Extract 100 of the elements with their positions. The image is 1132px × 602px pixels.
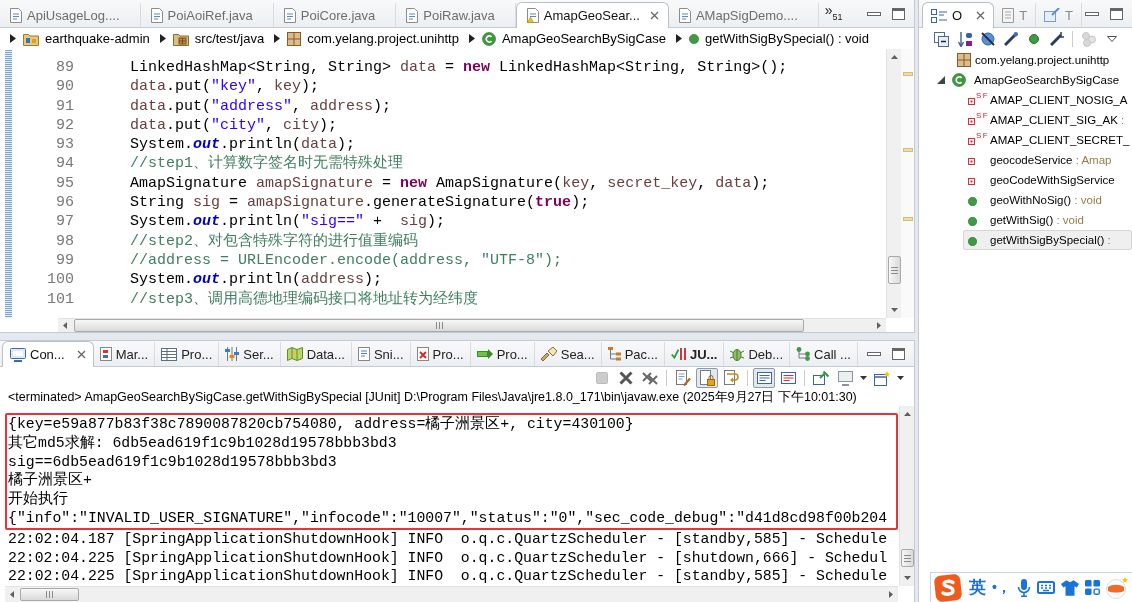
maximize-icon[interactable] [1110,7,1123,20]
shirt-icon[interactable] [1060,579,1079,596]
scroll-up-icon[interactable] [890,55,898,59]
tree-item[interactable]: com.yelang.project.unihttp [919,50,1132,70]
code-line: data.put("city", city); [130,115,338,136]
microphone-icon[interactable] [1016,578,1031,597]
view-tab[interactable]: Ser... [219,342,281,366]
code-line: //step3、调用高德地理编码接口将地址转为经纬度 [130,289,478,309]
scroll-down-icon[interactable] [890,308,898,312]
horizontal-scrollbar[interactable] [5,586,898,602]
caret-icon[interactable] [675,34,682,43]
dot-icon [1028,34,1039,44]
scroll-right-icon[interactable] [877,322,881,329]
tree-item[interactable]: geocodeService : Amap [963,150,1132,170]
table-icon [161,347,178,361]
package-folder-icon [172,31,189,46]
caret-icon[interactable] [159,34,166,43]
console-line: 橘子洲景区+ [7,471,93,490]
vertical-scrollbar[interactable] [886,49,901,318]
square-icon [968,158,975,165]
grid-icon[interactable] [1084,580,1100,595]
text-window-icon [780,372,796,384]
document-lock-icon [699,370,715,386]
editor-tab[interactable]: AMapSigDemo.... [668,3,819,27]
scroll-right-icon[interactable] [889,591,893,598]
annotation-marker[interactable] [902,148,913,152]
scroll-up-icon[interactable] [903,412,911,416]
tree-item[interactable]: getWithSig() : void [963,210,1132,230]
tree-item[interactable]: geoCodeWithSigService [963,170,1132,190]
editor-tab[interactable]: ApiUsageLog.... [0,3,141,27]
view-tab[interactable]: Con... [2,341,94,367]
maximize-icon[interactable] [892,7,905,20]
code-line: data.put("address", address); [130,96,392,116]
scrollbar-thumb[interactable] [887,256,901,284]
editor-tab[interactable]: AmapGeoSear... [515,2,669,28]
view-tab[interactable]: Data... [280,342,352,366]
minimize-icon[interactable] [867,351,881,356]
scrollbar-thumb[interactable] [900,549,914,567]
view-tab[interactable]: Sea... [534,342,602,366]
console-line: 22:02:04.225 [SpringApplicationShutdownHook] INFO o.q.c.QuartzScheduler - [standby,585] - Schedule [7,567,889,587]
scrollbar-thumb[interactable] [74,319,804,332]
view-tab[interactable]: Pro... [155,342,220,366]
line-number: 94 [55,154,74,174]
maximize-icon[interactable] [892,347,905,360]
show-on-stdout-button[interactable] [753,368,775,388]
console-line: sig==6db5ead619f1c9b1028d19578bbb3bd3 [7,452,338,471]
caret-icon[interactable] [10,34,16,43]
caret-icon[interactable] [274,34,281,43]
line-number: 95 [55,173,74,194]
close-icon[interactable] [649,11,659,20]
tree-item[interactable]: getWithSigBySpecial() : [963,230,1132,250]
annotation-marker[interactable] [902,72,913,76]
tree-toggle-icon[interactable] [937,76,945,84]
caret-icon[interactable] [468,34,475,43]
language-toggle[interactable]: 英 [969,576,986,599]
line-number: 89 [55,58,74,78]
view-tab[interactable]: Call ... [790,342,858,366]
minimize-icon[interactable] [1085,11,1099,16]
view-tab[interactable]: Pro... [410,342,471,366]
annotation-marker[interactable] [902,217,913,221]
input-method-logo-icon[interactable] [933,573,963,602]
check-mark-icon [670,348,686,360]
keyboard-icon[interactable] [1036,581,1055,594]
line-number: 93 [55,135,74,155]
line-number: 99 [55,250,74,271]
close-icon[interactable] [76,350,86,359]
scroll-down-icon[interactable] [903,576,911,580]
pin-button[interactable] [810,368,832,388]
vertical-scrollbar[interactable] [899,406,914,586]
horizontal-scrollbar[interactable] [58,318,886,332]
view-tab[interactable]: Deb... [724,342,791,366]
view-tab[interactable]: Pro... [470,342,535,366]
breadcrumb-item[interactable]: getWithSigBySpecial() : void [688,31,869,46]
view-tab[interactable]: JU... [664,342,725,366]
view-tab[interactable]: Sni... [351,342,411,366]
view-tab[interactable]: O [922,2,995,28]
breadcrumb-item[interactable]: com.yelang.project.unihttp [287,31,459,46]
editor-tab[interactable]: PoiAoiRef.java [140,3,274,27]
tree-item[interactable]: geoWithNoSig() : void [963,190,1132,210]
scroll-left-icon[interactable] [63,322,67,329]
close-icon[interactable] [976,11,986,20]
editor-tab[interactable]: PoiCore.java [273,3,397,27]
scroll-lock-button[interactable] [696,368,718,388]
code-line: //step1、计算数字签名时无需特殊处理 [130,154,403,174]
view-tab[interactable]: Pac... [601,342,665,366]
punctuation-toggle[interactable]: •， [992,578,1011,597]
breadcrumb-item[interactable]: earthquake-admin [23,31,150,46]
tree-item[interactable]: AmapGeoSearchBySigCase [919,70,1132,90]
collapse-icon [934,31,949,47]
view-tab[interactable]: Mar... [93,342,156,366]
box-icon [957,53,971,67]
minimize-icon[interactable] [867,11,881,16]
breadcrumb-item[interactable]: src/test/java [172,31,265,46]
line-number: 101 [46,289,74,309]
mascot-icon[interactable] [1105,576,1128,599]
editor-tab[interactable]: PoiRaw.java [396,3,516,27]
scroll-left-icon[interactable] [10,591,14,598]
scrollbar-thumb[interactable] [20,588,79,601]
collapse-all-button[interactable] [931,29,952,49]
breadcrumb-item[interactable]: AmapGeoSearchBySigCase [481,31,666,46]
